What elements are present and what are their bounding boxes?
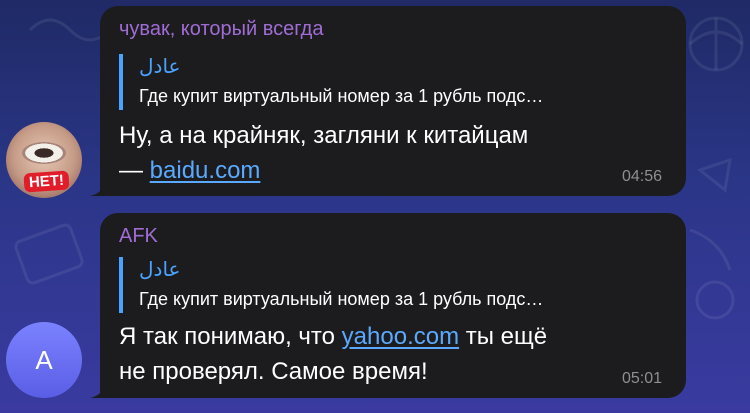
link-baidu[interactable]: baidu.com [150, 157, 261, 184]
avatar-eye-graphic [22, 142, 66, 164]
sender-name[interactable]: AFK [119, 225, 158, 248]
message-timestamp: 04:56 [621, 168, 662, 185]
reply-author: عادل [139, 54, 181, 78]
message-text: Я так понимаю, что yahoo.com ты ещё не п… [119, 319, 659, 389]
bubble-tail [90, 176, 110, 196]
sender-name[interactable]: чувак, который всегда [119, 18, 323, 41]
message-line-1: Ну, а на крайняк, загляни к китайцам [119, 122, 529, 149]
avatar-user-letter[interactable]: A [6, 322, 82, 398]
reply-quote[interactable]: عادل Где купит виртуальный номер за 1 ру… [119, 54, 659, 110]
message-text-suffix: ты ещё [459, 323, 548, 350]
avatar-user-photo[interactable]: НЕТ! [6, 122, 82, 198]
message-text-prefix: Я так понимаю, что [119, 323, 342, 350]
message-line-1: Я так понимаю, что yahoo.com ты ещё [119, 319, 659, 354]
avatar-stamp-text: НЕТ! [23, 170, 70, 193]
message-dash: — [119, 157, 150, 184]
message-bubble-1[interactable]: чувак, который всегда عادل Где купит вир… [100, 6, 686, 196]
bubble-tail [90, 378, 110, 398]
link-yahoo[interactable]: yahoo.com [342, 323, 459, 350]
reply-snippet: Где купит виртуальный номер за 1 рубль п… [139, 86, 544, 106]
message-bubble-2[interactable]: AFK عادل Где купит виртуальный номер за … [100, 213, 686, 398]
reply-snippet: Где купит виртуальный номер за 1 рубль п… [139, 289, 544, 309]
message-timestamp: 05:01 [621, 370, 662, 387]
message-text: Ну, а на крайняк, загляни к китайцам — b… [119, 118, 659, 188]
reply-quote[interactable]: عادل Где купит виртуальный номер за 1 ру… [119, 257, 659, 313]
reply-author: عادل [139, 257, 181, 281]
message-line-2: не проверял. Самое время! [119, 358, 428, 385]
avatar-letter: A [35, 344, 53, 375]
message-line-2: — baidu.com [119, 153, 659, 188]
